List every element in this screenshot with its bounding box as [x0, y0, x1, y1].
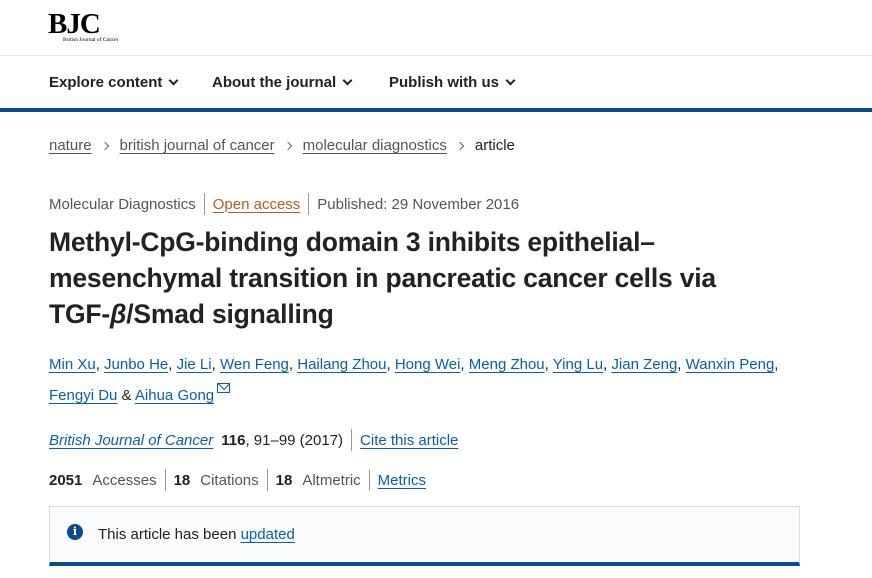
journal-link[interactable]: British Journal of Cancer [49, 432, 213, 449]
accesses-label: Accesses [92, 471, 157, 489]
article-section: Molecular Diagnostics [49, 195, 196, 213]
title-line-1: Methyl-CpG-binding domain 3 inhibits epi… [49, 227, 655, 257]
author-link[interactable]: Ying Lu [553, 356, 603, 373]
author-list: Min Xu, Junbo He, Jie Li, Wen Feng, Hail… [49, 356, 779, 404]
chevron-down-icon [168, 75, 179, 86]
nav-explore-content[interactable]: Explore content [49, 74, 179, 91]
nav-publish-with-us-label: Publish with us [389, 74, 500, 91]
nav-explore-content-label: Explore content [49, 74, 163, 91]
author-link[interactable]: Jian Zeng [611, 356, 677, 373]
chevron-right-icon [283, 141, 292, 150]
title-line-3-prefix: TGF- [49, 299, 111, 329]
accesses-count: 2051 [49, 471, 83, 489]
site-header: BJC British Journal of Cancer [0, 0, 872, 56]
breadcrumb-bjc[interactable]: british journal of cancer [120, 137, 275, 154]
author-link-corresponding[interactable]: Aihua Gong [135, 387, 214, 404]
author-link[interactable]: Meng Zhou [469, 356, 545, 373]
author-link[interactable]: Hong Wei [395, 356, 461, 373]
article-metrics: 2051 Accesses 18 Citations 18 Altmetric … [49, 469, 426, 491]
altmetric-count: 18 [275, 471, 293, 489]
breadcrumb-molecular-diagnostics[interactable]: molecular diagnostics [303, 137, 447, 154]
divider [368, 469, 370, 491]
nav-publish-with-us[interactable]: Publish with us [389, 74, 516, 91]
info-icon: i [67, 524, 83, 540]
cite-this-article-link[interactable]: Cite this article [360, 432, 458, 449]
title-line-3-suffix: /Smad signalling [126, 299, 334, 329]
open-access-link[interactable]: Open access [213, 196, 301, 213]
nav-about-journal-label: About the journal [212, 74, 337, 91]
breadcrumb-current: article [474, 137, 515, 154]
breadcrumb-nature[interactable]: nature [49, 137, 92, 154]
author-link[interactable]: Min Xu [49, 356, 96, 373]
divider [203, 193, 205, 215]
divider [351, 429, 353, 451]
title-line-2: mesenchymal transition in pancreatic can… [49, 263, 716, 293]
citation-line: British Journal of Cancer 116 , 91–99 (2… [49, 429, 458, 451]
article-meta: Molecular Diagnostics Open access Publis… [49, 193, 519, 215]
update-notice: i This article has been updated [49, 506, 800, 566]
author-link[interactable]: Jie Li [177, 356, 212, 373]
title-beta: β [110, 299, 127, 329]
divider [266, 469, 268, 491]
author-link[interactable]: Junbo He [104, 356, 168, 373]
author-link[interactable]: Wanxin Peng [686, 356, 775, 373]
logo-mark: BJC [48, 8, 101, 40]
published-date: Published: 29 November 2016 [317, 195, 520, 213]
bjc-logo[interactable]: BJC British Journal of Cancer [48, 8, 118, 43]
article-title: Methyl-CpG-binding domain 3 inhibits epi… [49, 224, 809, 332]
chevron-right-icon [455, 141, 465, 150]
update-notice-text: This article has been [98, 526, 241, 543]
breadcrumb: nature british journal of cancer molecul… [49, 137, 515, 154]
divider [308, 193, 310, 215]
nav-about-journal[interactable]: About the journal [212, 74, 353, 91]
journal-pages: , 91–99 (2017) [245, 431, 344, 449]
author-link[interactable]: Wen Feng [220, 356, 289, 373]
altmetric-label: Altmetric [302, 471, 361, 489]
chevron-right-icon [100, 141, 109, 150]
metrics-link[interactable]: Metrics [378, 472, 426, 489]
divider [164, 469, 166, 491]
journal-volume: 116 [221, 431, 246, 449]
authors-joiner: & [121, 387, 132, 404]
main-nav: Explore content About the journal Publis… [0, 56, 872, 112]
author-link[interactable]: Fengyi Du [49, 387, 117, 404]
update-notice-message: This article has been updated [98, 526, 295, 543]
email-icon[interactable] [217, 383, 231, 393]
author-link[interactable]: Hailang Zhou [297, 356, 386, 373]
citations-count: 18 [173, 471, 191, 489]
chevron-down-icon [342, 75, 353, 86]
citations-label: Citations [200, 471, 259, 489]
logo-subtitle: British Journal of Cancer [63, 37, 119, 43]
updated-link[interactable]: updated [241, 526, 295, 543]
chevron-down-icon [505, 75, 516, 86]
